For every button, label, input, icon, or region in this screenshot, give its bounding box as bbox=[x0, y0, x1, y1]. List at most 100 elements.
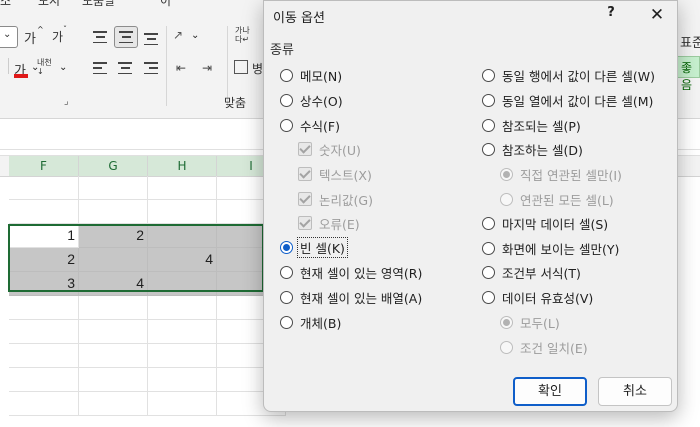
option-dependents[interactable]: 참조하는 셀(D) bbox=[482, 139, 583, 159]
increase-indent-button[interactable]: ⇥ bbox=[196, 58, 218, 78]
align-bottom-button[interactable] bbox=[140, 29, 162, 49]
alignment-group-label: 맞춤 bbox=[224, 96, 247, 110]
align-center-button[interactable] bbox=[114, 58, 136, 78]
radio-icon bbox=[280, 118, 293, 132]
option-label: 메모(N) bbox=[300, 68, 343, 84]
option-label: 조건 일치(E) bbox=[520, 340, 588, 356]
option-validation-same[interactable]: 조건 일치(E) bbox=[500, 337, 588, 357]
cell-g2[interactable] bbox=[79, 248, 148, 272]
cell-h3[interactable] bbox=[148, 272, 217, 296]
radio-icon bbox=[482, 93, 495, 107]
font-size-box[interactable]: ⌄ bbox=[0, 26, 18, 48]
font-grow-button[interactable]: 가 bbox=[24, 28, 36, 47]
cell-f3[interactable]: 3 bbox=[9, 272, 79, 296]
option-conditional-formats[interactable]: 조건부 서식(T) bbox=[482, 262, 581, 282]
wrap-text-button[interactable]: 가나 다↵ bbox=[235, 26, 250, 44]
option-label: 텍스트(X) bbox=[319, 167, 372, 183]
align-middle-icon bbox=[119, 31, 133, 43]
align-top-button[interactable] bbox=[89, 27, 111, 47]
cell-h1[interactable] bbox=[148, 224, 217, 248]
style-good-box[interactable]: 좋음 bbox=[677, 56, 700, 92]
option-label: 참조되는 셀(P) bbox=[502, 118, 581, 134]
select-group-label: 종류 bbox=[270, 43, 294, 58]
radio-selected-icon bbox=[500, 315, 513, 329]
option-label: 동일 행에서 값이 다른 셀(W) bbox=[502, 68, 656, 84]
align-bottom-icon bbox=[144, 33, 158, 45]
option-direct-only[interactable]: 직접 연관된 셀만(I) bbox=[500, 164, 622, 184]
option-blanks[interactable]: 빈 셀(K) bbox=[280, 236, 348, 258]
radio-icon bbox=[482, 216, 495, 230]
option-label: 개체(B) bbox=[300, 315, 342, 331]
option-label: 현재 셀이 있는 배열(A) bbox=[300, 290, 423, 306]
merge-center-icon[interactable] bbox=[234, 60, 248, 74]
merge-label[interactable]: 병 bbox=[252, 60, 263, 77]
radio-icon bbox=[482, 68, 495, 82]
option-comments[interactable]: 메모(N) bbox=[280, 65, 342, 85]
hangul-button[interactable]: 내천 ↓ bbox=[37, 58, 52, 76]
option-all-levels[interactable]: 연관된 모든 셀(L) bbox=[500, 189, 614, 209]
cell-h2[interactable]: 4 bbox=[148, 248, 217, 272]
option-row-differences[interactable]: 동일 행에서 값이 다른 셀(W) bbox=[482, 65, 655, 85]
option-numbers[interactable]: 숫자(U) bbox=[298, 139, 361, 159]
radio-icon bbox=[482, 118, 495, 132]
option-label: 연관된 모든 셀(L) bbox=[520, 192, 614, 208]
align-middle-button[interactable] bbox=[114, 26, 138, 48]
radio-icon bbox=[280, 290, 293, 304]
decrease-indent-icon: ⇤ bbox=[175, 61, 187, 75]
ribbon-tab-fragment[interactable]: 소 bbox=[0, 0, 11, 9]
divider bbox=[0, 58, 9, 74]
cell-g1[interactable]: 2 bbox=[79, 224, 148, 248]
option-current-region[interactable]: 현재 셀이 있는 영역(R) bbox=[280, 262, 422, 282]
radio-selected-icon bbox=[280, 240, 293, 254]
option-precedents[interactable]: 참조되는 셀(P) bbox=[482, 115, 581, 135]
column-header-f[interactable]: F bbox=[9, 156, 79, 176]
column-header-h[interactable]: H bbox=[148, 156, 217, 176]
option-label: 논리값(G) bbox=[319, 192, 373, 208]
option-last-cell[interactable]: 마지막 데이터 셀(S) bbox=[482, 213, 608, 233]
orientation-icon[interactable]: ↗ bbox=[173, 28, 183, 42]
close-button[interactable]: ✕ bbox=[646, 3, 668, 27]
option-errors[interactable]: 오류(E) bbox=[298, 213, 360, 233]
radio-icon bbox=[500, 340, 513, 354]
option-objects[interactable]: 개체(B) bbox=[280, 312, 341, 332]
align-left-icon bbox=[93, 62, 107, 74]
radio-icon bbox=[280, 68, 293, 82]
option-column-differences[interactable]: 동일 열에서 값이 다른 셀(M) bbox=[482, 90, 653, 110]
radio-selected-icon bbox=[500, 167, 513, 181]
align-right-button[interactable] bbox=[140, 58, 162, 78]
ok-button[interactable]: 확인 bbox=[513, 377, 587, 406]
cancel-button[interactable]: 취소 bbox=[598, 377, 672, 406]
option-constants[interactable]: 상수(O) bbox=[280, 90, 343, 110]
chevron-down-icon: ⌄ bbox=[3, 29, 12, 40]
decrease-indent-button[interactable]: ⇤ bbox=[170, 58, 192, 78]
font-shrink-button[interactable]: 가 bbox=[52, 28, 63, 45]
ribbon-tab-fragment[interactable]: 도움말 bbox=[82, 0, 115, 9]
cell-g3[interactable]: 4 bbox=[79, 272, 148, 296]
option-formulas[interactable]: 수식(F) bbox=[280, 115, 340, 135]
ribbon-tab-fragment[interactable]: 이 bbox=[160, 0, 171, 9]
align-center-icon bbox=[118, 62, 132, 74]
checkbox-icon bbox=[298, 167, 312, 181]
chevron-down-icon[interactable]: ⌄ bbox=[59, 62, 67, 73]
ribbon-tab-fragment[interactable]: 도시 bbox=[38, 0, 60, 9]
column-header-g[interactable]: G bbox=[79, 156, 148, 176]
radio-icon bbox=[280, 93, 293, 107]
align-left-button[interactable] bbox=[89, 58, 111, 78]
cell-f2[interactable]: 2 bbox=[9, 248, 79, 272]
checkbox-icon bbox=[298, 142, 312, 156]
up-arrow-icon: ^ bbox=[37, 25, 44, 34]
dialog-launcher-icon[interactable]: ⌟ bbox=[64, 96, 69, 107]
cell-f1[interactable]: 1 bbox=[9, 224, 79, 248]
number-format-label[interactable]: 표준 bbox=[680, 32, 700, 51]
radio-icon bbox=[482, 142, 495, 156]
radio-icon bbox=[280, 315, 293, 329]
help-button[interactable]: ? bbox=[602, 5, 620, 25]
option-label: 화면에 보이는 셀만(Y) bbox=[502, 241, 620, 257]
option-visible-cells[interactable]: 화면에 보이는 셀만(Y) bbox=[482, 238, 619, 258]
option-text[interactable]: 텍스트(X) bbox=[298, 164, 372, 184]
chevron-down-icon[interactable]: ⌄ bbox=[191, 30, 199, 41]
option-current-array[interactable]: 현재 셀이 있는 배열(A) bbox=[280, 287, 422, 307]
option-data-validation[interactable]: 데이터 유효성(V) bbox=[482, 287, 593, 307]
option-validation-all[interactable]: 모두(L) bbox=[500, 312, 560, 332]
option-logicals[interactable]: 논리값(G) bbox=[298, 189, 373, 209]
